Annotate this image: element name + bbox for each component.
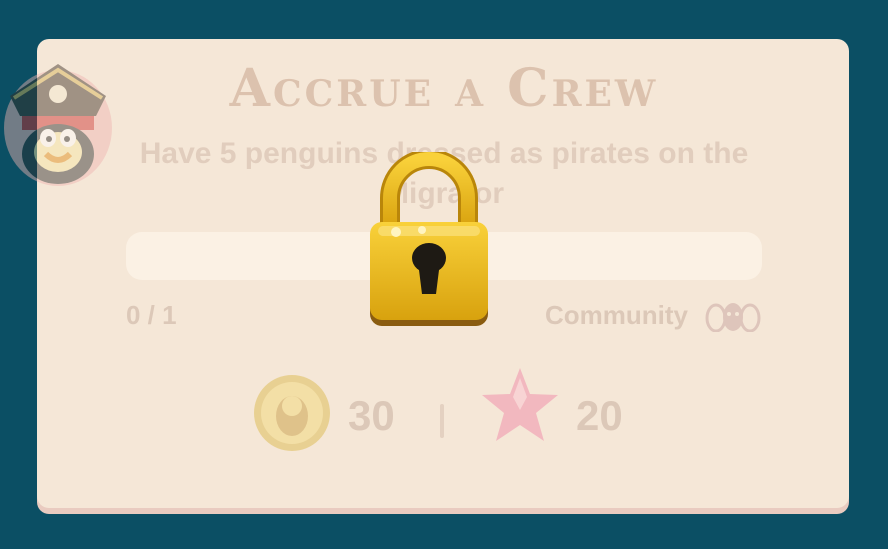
community-icon [705, 303, 761, 332]
star-icon [482, 368, 558, 441]
reward-divider [440, 404, 444, 438]
xp-reward-value: 20 [576, 392, 623, 439]
progress-count: 0 / 1 [126, 300, 177, 330]
challenge-title: Accrue a Crew [229, 58, 659, 119]
challenge-type-label: Community [545, 300, 688, 330]
lock-icon [370, 152, 488, 326]
coin-icon [254, 375, 330, 451]
coin-reward-value: 30 [348, 392, 395, 439]
